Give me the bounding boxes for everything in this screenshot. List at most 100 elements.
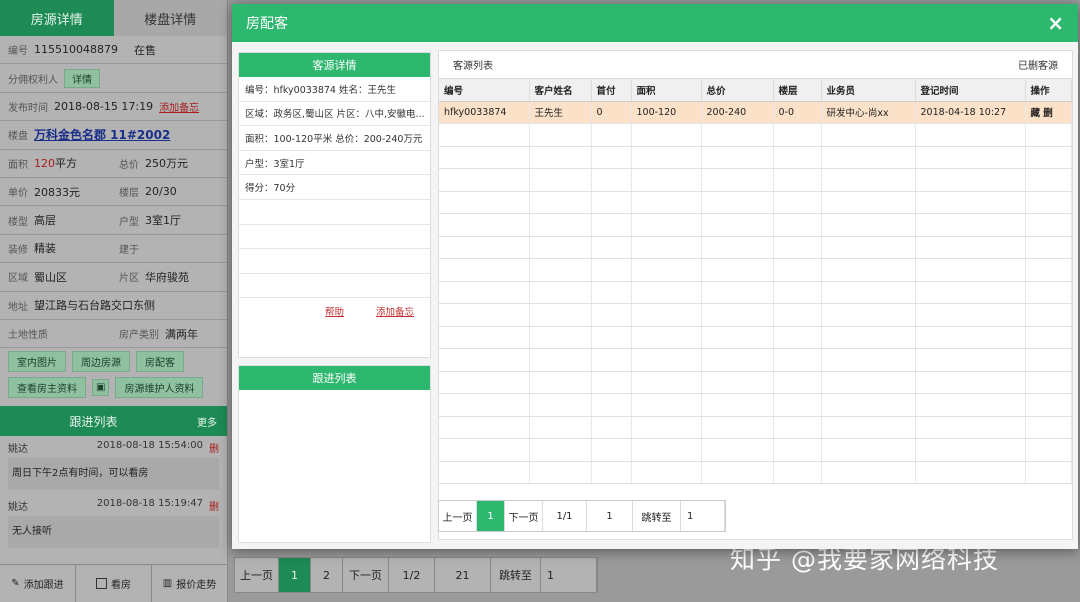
empty-cell	[439, 371, 530, 394]
bg-page-2[interactable]: 2	[311, 558, 343, 592]
owner-detail-button[interactable]: 详情	[64, 68, 100, 88]
empty-cell	[821, 281, 916, 304]
bg-next-page[interactable]: 下一页	[343, 558, 389, 592]
empty-cell	[1025, 416, 1072, 439]
bg-prev-page[interactable]: 上一页	[235, 558, 279, 592]
empty-cell	[1025, 371, 1072, 394]
empty-cell	[591, 303, 632, 327]
land-label: 土地性质	[8, 330, 48, 342]
bg-jump-input[interactable]: 1	[541, 558, 597, 592]
empty-cell	[529, 416, 592, 439]
help-link[interactable]: 帮助	[325, 304, 344, 318]
empty-cell	[915, 416, 1026, 439]
client-follow-card: 跟进列表	[238, 365, 431, 543]
area-label: 面积	[8, 159, 28, 171]
follow-list-title: 跟进列表	[69, 414, 118, 429]
price-trend-button[interactable]: ▥ 报价走势	[152, 565, 228, 602]
modal-title: 房配客	[246, 16, 288, 32]
empty-cell	[529, 326, 592, 349]
empty-cell	[821, 236, 916, 259]
floor-label: 楼层	[119, 188, 139, 200]
empty-cell	[773, 146, 822, 169]
grid-icon[interactable]: ▣	[92, 378, 110, 396]
tab-estate-detail[interactable]: 楼盘详情	[113, 0, 227, 36]
empty-cell	[1025, 258, 1072, 282]
chart-icon: ▥	[162, 578, 173, 589]
next-page-button[interactable]: 下一页	[505, 501, 543, 531]
follow-list-header: 跟进列表 更多	[0, 406, 227, 437]
empty-cell	[773, 281, 822, 304]
zone-label: 片区	[119, 273, 139, 285]
empty-cell	[701, 348, 774, 372]
follow-user: 姚达	[8, 502, 28, 514]
maintainer-info-button[interactable]: 房源维护人资料	[115, 376, 204, 398]
empty-cell	[773, 348, 822, 372]
view-owner-button[interactable]: 查看房主资料	[8, 376, 86, 398]
close-icon[interactable]: ×	[1047, 11, 1064, 35]
column-header: 登记时间	[915, 79, 1026, 102]
row-actions[interactable]: 藏 删	[1025, 101, 1072, 124]
row-land-category: 土地性质 房产类别 满两年	[0, 320, 227, 349]
enter-icon	[96, 578, 107, 589]
empty-cell	[821, 168, 916, 192]
estate-link[interactable]: 万科金色名郡 11#2002	[34, 126, 170, 143]
empty-cell	[915, 393, 1026, 417]
empty-cell	[591, 168, 632, 192]
empty-table-row	[439, 461, 1072, 484]
building-type-value: 高层	[34, 214, 56, 228]
bg-page-1[interactable]: 1	[279, 558, 311, 592]
empty-cell	[631, 213, 702, 237]
add-note-link[interactable]: 添加备忘	[159, 99, 199, 114]
empty-cell	[701, 123, 774, 147]
empty-cell	[631, 236, 702, 259]
empty-cell	[529, 191, 592, 214]
empty-cell	[439, 438, 530, 462]
client-links: 帮助 添加备忘	[239, 298, 430, 324]
column-header: 客户姓名	[529, 79, 592, 102]
bg-jump-button[interactable]: 跳转至	[491, 558, 541, 592]
empty-cell	[701, 461, 774, 484]
indoor-photos-button[interactable]: 室内图片	[8, 350, 66, 372]
column-header: 楼层	[773, 79, 822, 102]
follow-more-link[interactable]: 更多	[187, 414, 227, 429]
add-follow-label: 添加跟进	[23, 580, 64, 591]
match-client-button[interactable]: 房配客	[136, 350, 184, 372]
empty-cell	[915, 168, 1026, 192]
follow-delete-link[interactable]: 删	[209, 440, 219, 455]
jump-input[interactable]: 1	[681, 501, 725, 531]
tab-house-detail[interactable]: 房源详情	[0, 0, 114, 36]
empty-cell	[821, 213, 916, 237]
table-row[interactable]: hfky0033874 王先生 0 100-120 200-240 0-0 研发中心-尚xx…	[439, 101, 1072, 124]
publish-label: 发布时间	[8, 102, 48, 114]
client-add-note-link[interactable]: 添加备忘	[376, 304, 414, 318]
status-value: 在售	[133, 43, 156, 57]
follow-delete-link[interactable]: 删	[209, 498, 219, 513]
empty-cell	[631, 393, 702, 417]
empty-cell	[821, 303, 916, 327]
prev-page-button[interactable]: 上一页	[439, 501, 477, 531]
empty-table-row	[439, 393, 1072, 417]
empty-cell	[631, 438, 702, 462]
empty-cell	[631, 281, 702, 304]
deleted-clients-link[interactable]: 已删客源	[1018, 57, 1058, 72]
unit-price-label: 单价	[8, 188, 28, 200]
view-house-button[interactable]: 看房	[76, 565, 152, 602]
empty-cell	[591, 281, 632, 304]
jump-button[interactable]: 跳转至	[633, 501, 681, 531]
zone-value: 华府骏苑	[145, 270, 189, 284]
empty-cell	[915, 146, 1026, 169]
empty-cell	[915, 303, 1026, 327]
empty-cell	[529, 281, 592, 304]
empty-cell	[529, 303, 592, 327]
empty-cell	[773, 326, 822, 349]
client-detail-title: 客源详情	[239, 53, 430, 77]
empty-cell	[821, 258, 916, 282]
empty-cell	[701, 371, 774, 394]
client-row-id: 编号：hfky0033874 姓名：王先生	[239, 77, 430, 102]
empty-cell	[773, 371, 822, 394]
empty-cell	[915, 326, 1026, 349]
client-list-title: 客源列表	[453, 61, 493, 72]
add-follow-button[interactable]: ✎ 添加跟进	[0, 565, 76, 602]
page-1-button[interactable]: 1	[477, 501, 505, 531]
nearby-houses-button[interactable]: 周边房源	[72, 350, 130, 372]
